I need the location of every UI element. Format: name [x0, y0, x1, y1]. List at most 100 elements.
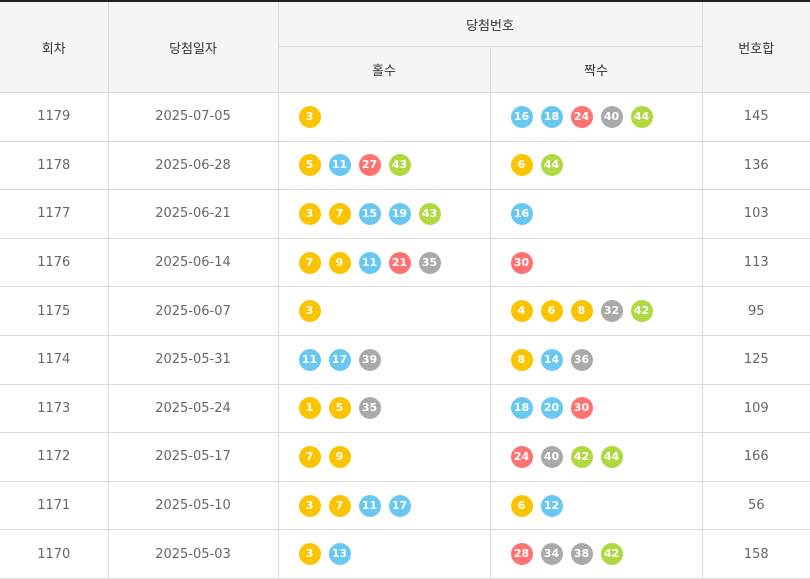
number-ball: 30: [510, 251, 533, 274]
number-ball: 6: [510, 154, 533, 177]
number-ball: 9: [328, 251, 351, 274]
number-ball: 42: [570, 445, 593, 468]
odd-numbers-cell: 5 11 27 43: [277, 140, 491, 191]
round-cell: 1174: [0, 334, 109, 385]
number-ball: 39: [358, 348, 381, 371]
number-ball: 35: [418, 251, 441, 274]
even-numbers-cell: 16: [489, 189, 703, 239]
odd-numbers-cell: 7 9 11 21 35: [277, 237, 491, 288]
odd-numbers-cell: 3 13: [277, 529, 491, 579]
number-ball: 3: [298, 202, 321, 225]
date-cell: 2025-06-07: [107, 286, 279, 336]
number-ball: 11: [298, 348, 321, 371]
odd-numbers-cell: 3 7 15 19 43: [277, 189, 491, 239]
even-numbers-cell: 6 12: [489, 480, 703, 531]
even-numbers-cell: 4 6 8 32 42: [489, 286, 703, 336]
number-ball: 16: [510, 105, 533, 128]
number-ball: 5: [328, 397, 351, 420]
odd-numbers-cell: 79: [277, 432, 491, 482]
table-row: 1170 2025-05-03 3 13 28 34 38 42 158: [0, 529, 810, 579]
header-date: 당첨일자: [107, 0, 279, 93]
number-ball: 3: [298, 494, 321, 517]
number-ball: 15: [358, 202, 381, 225]
date-cell: 2025-05-17: [107, 432, 279, 482]
number-ball: 42: [630, 300, 653, 323]
round-cell: 1176: [0, 237, 109, 288]
number-ball: 5: [298, 154, 321, 177]
number-ball: 17: [328, 348, 351, 371]
date-cell: 2025-07-05: [107, 92, 279, 142]
sum-cell: 109: [701, 383, 810, 434]
date-cell: 2025-05-10: [107, 480, 279, 531]
even-numbers-cell: 24 40 42 44: [489, 432, 703, 482]
number-ball: 11: [358, 251, 381, 274]
number-ball: 7: [298, 445, 321, 468]
number-ball: 3: [298, 543, 321, 566]
sum-cell: 136: [701, 140, 810, 191]
table-row: 1173 2025-05-24 1 5 35 18 20 30 109: [0, 383, 810, 434]
number-ball: 7: [328, 494, 351, 517]
number-ball: 34: [540, 543, 563, 566]
sum-cell: 158: [701, 529, 810, 579]
number-ball: 12: [540, 494, 563, 517]
round-cell: 1172: [0, 432, 109, 482]
header-even: 짝수: [489, 46, 702, 93]
header-sum: 번호합: [701, 0, 810, 93]
number-ball: 28: [510, 543, 533, 566]
even-numbers-cell: 18 20 30: [489, 383, 703, 434]
even-numbers-cell: 28 34 38 42: [489, 529, 703, 579]
number-ball: 43: [388, 154, 411, 177]
date-cell: 2025-05-03: [107, 529, 279, 579]
round-cell: 1175: [0, 286, 109, 336]
number-ball: 38: [570, 543, 593, 566]
sum-cell: 145: [701, 92, 810, 142]
sum-cell: 95: [701, 286, 810, 336]
odd-numbers-cell: 3 7 11 17: [277, 480, 491, 531]
number-ball: 4: [510, 300, 533, 323]
number-ball: 3: [298, 300, 321, 323]
number-ball: 7: [328, 202, 351, 225]
number-ball: 11: [358, 494, 381, 517]
odd-numbers-cell: 3: [277, 92, 491, 142]
table-row: 1175 2025-06-07 3 4 6 8 32 42 95: [0, 286, 810, 336]
number-ball: 18: [510, 397, 533, 420]
table-row: 1179 2025-07-05 3 16 18 24 40 44 145: [0, 92, 810, 142]
round-cell: 1177: [0, 189, 109, 239]
odd-numbers-cell: 1 5 35: [277, 383, 491, 434]
header-odd: 홀수: [278, 46, 491, 93]
number-ball: 7: [298, 251, 321, 274]
lotto-results-table: 회차 당첨일자 당첨번호 번호합 홀수 짝수 1179 2025-07-05 3 16…: [0, 0, 810, 579]
table-body: 1179 2025-07-05 3 16 18 24 40 44 145 1178 2025-06-…: [0, 92, 810, 579]
round-cell: 1178: [0, 140, 109, 191]
number-ball: 6: [540, 300, 563, 323]
date-cell: 2025-06-28: [107, 140, 279, 191]
date-cell: 2025-05-31: [107, 334, 279, 385]
number-ball: 8: [510, 348, 533, 371]
number-ball: 19: [388, 202, 411, 225]
date-cell: 2025-06-14: [107, 237, 279, 288]
number-ball: 1: [298, 397, 321, 420]
odd-numbers-cell: 3: [277, 286, 491, 336]
number-ball: 40: [600, 105, 623, 128]
even-numbers-cell: 8 14 36: [489, 334, 703, 385]
number-ball: 13: [328, 543, 351, 566]
number-ball: 18: [540, 105, 563, 128]
number-ball: 17: [388, 494, 411, 517]
even-numbers-cell: 6 44: [489, 140, 703, 191]
sum-cell: 125: [701, 334, 810, 385]
number-ball: 9: [328, 445, 351, 468]
number-ball: 35: [358, 397, 381, 420]
number-ball: 43: [418, 202, 441, 225]
number-ball: 44: [540, 154, 563, 177]
table-row: 1172 2025-05-17 7 9 24 40 42 44 166: [0, 432, 810, 482]
table-header: 회차 당첨일자 당첨번호 번호합 홀수 짝수: [0, 0, 810, 93]
table-row: 1178 2025-06-28 5 11 27 43 6 44 136: [0, 140, 810, 191]
header-winning-numbers: 당첨번호: [277, 0, 703, 47]
sum-cell: 103: [701, 189, 810, 239]
sum-cell: 166: [701, 432, 810, 482]
date-cell: 2025-06-21: [107, 189, 279, 239]
number-ball: 32: [600, 300, 623, 323]
number-ball: 40: [540, 445, 563, 468]
number-ball: 16: [510, 202, 533, 225]
number-ball: 20: [540, 397, 563, 420]
